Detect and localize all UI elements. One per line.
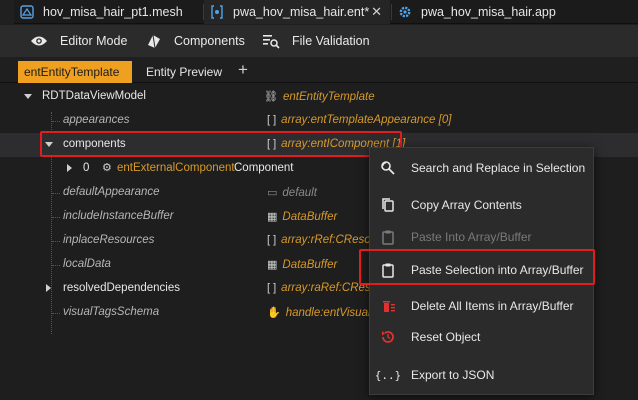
file-validation-button[interactable]: File Validation — [262, 25, 370, 57]
reset-icon — [380, 329, 396, 345]
highlight-box-components — [40, 131, 402, 157]
tree-node-name: 0 — [83, 162, 90, 174]
tree-node-value: ▭ default — [267, 186, 317, 200]
tree-node-value: ▦ DataBuffer — [267, 258, 338, 272]
mesh-file-icon — [20, 5, 34, 19]
menu-item-label: Export to JSON — [411, 368, 495, 382]
tab-entity-preview[interactable]: Entity Preview — [140, 61, 228, 83]
component-type: entExternalComponent — [117, 162, 235, 174]
subtab-label: entEntityTemplate — [24, 65, 120, 79]
delete-icon — [380, 298, 396, 314]
tab-entity-file[interactable]: pwa_hov_misa_hair.ent* ✕ — [204, 0, 390, 24]
entity-file-icon — [210, 5, 224, 19]
tree-node-name: resolvedDependencies — [63, 282, 180, 294]
menu-item-copy-array[interactable]: Copy Array Contents — [370, 190, 595, 220]
component-name: Component — [234, 162, 294, 174]
expand-arrow-icon[interactable] — [24, 94, 32, 99]
tab-label: pwa_hov_misa_hair.ent* — [233, 5, 370, 19]
gear-icon — [398, 5, 412, 19]
tree-node-name: visualTagsSchema — [63, 306, 160, 318]
tree-node-value: ⛓ entEntityTemplate — [264, 90, 375, 104]
tree-node-name: localData — [63, 258, 111, 270]
tab-overflow-mark — [0, 0, 14, 24]
tree-node-name: appearances — [63, 114, 130, 126]
menu-item-label: Copy Array Contents — [411, 198, 522, 212]
tree-node-name: RDTDataViewModel — [42, 90, 146, 102]
eye-icon — [31, 36, 47, 46]
menu-item-search-replace[interactable]: Search and Replace in Selection — [370, 153, 595, 183]
tab-mesh-file[interactable]: hov_misa_hair_pt1.mesh — [14, 0, 200, 24]
validation-list-icon — [263, 35, 280, 49]
menu-item-label: Reset Object — [411, 330, 481, 344]
editor-mode-button[interactable]: Editor Mode — [30, 25, 127, 57]
tree-node-name: inplaceResources — [63, 234, 155, 246]
tab-app-file[interactable]: pwa_hov_misa_hair.app — [392, 0, 572, 24]
expand-arrow-icon[interactable] — [46, 284, 51, 292]
tree-row[interactable]: appearances [ ] array:entTemplateAppearan… — [0, 109, 638, 133]
view-subtabs: entEntityTemplate Entity Preview + — [0, 57, 638, 83]
file-validation-label: File Validation — [292, 34, 370, 48]
tree-row-root[interactable]: RDTDataViewModel ⛓ entEntityTemplate — [0, 85, 638, 109]
tab-entity-template[interactable]: entEntityTemplate — [18, 61, 132, 83]
tree-node-value: ▦ DataBuffer — [267, 210, 338, 224]
document-tab-bar: hov_misa_hair_pt1.mesh pwa_hov_misa_hair… — [0, 0, 638, 24]
components-label: Components — [174, 34, 245, 48]
menu-item-label: Delete All Items in Array/Buffer — [411, 299, 574, 313]
json-icon: {..} — [374, 368, 402, 382]
tree-node-value: [ ] array:rRef:CResour — [267, 234, 381, 246]
close-icon[interactable]: ✕ — [371, 5, 382, 19]
menu-item-paste-into: Paste Into Array/Buffer — [370, 222, 595, 252]
copy-icon — [380, 197, 396, 213]
component-icon: ⚙ — [102, 162, 112, 174]
hierarchy-icon: ⛓ — [264, 91, 278, 103]
menu-item-label: Paste Into Array/Buffer — [411, 230, 532, 244]
add-tab-icon[interactable]: + — [238, 60, 248, 80]
tab-label: pwa_hov_misa_hair.app — [421, 5, 556, 19]
menu-item-delete-all[interactable]: Delete All Items in Array/Buffer — [370, 291, 595, 321]
menu-item-export-json[interactable]: {..} Export to JSON — [370, 360, 595, 390]
menu-item-reset-object[interactable]: Reset Object — [370, 322, 595, 352]
tree-node-value: [ ] array:entTemplateAppearance [0] — [267, 114, 452, 126]
clipboard-icon — [380, 229, 396, 245]
tree-node-name: includeInstanceBuffer — [63, 210, 174, 222]
search-replace-icon — [380, 160, 396, 176]
components-button[interactable]: Components — [146, 25, 245, 57]
editor-toolbar: Editor Mode Components File Validation — [0, 25, 638, 57]
tree-node-value: ✋ handle:entVisualTa — [267, 306, 383, 320]
tab-label: hov_misa_hair_pt1.mesh — [43, 5, 183, 19]
highlight-box-paste-selection — [359, 249, 595, 285]
editor-mode-label: Editor Mode — [60, 34, 128, 48]
expand-arrow-icon[interactable] — [67, 164, 72, 172]
menu-item-label: Search and Replace in Selection — [411, 161, 586, 175]
subtab-label: Entity Preview — [146, 65, 223, 79]
tree-node-name: defaultAppearance — [63, 186, 160, 198]
components-icon — [148, 34, 160, 49]
